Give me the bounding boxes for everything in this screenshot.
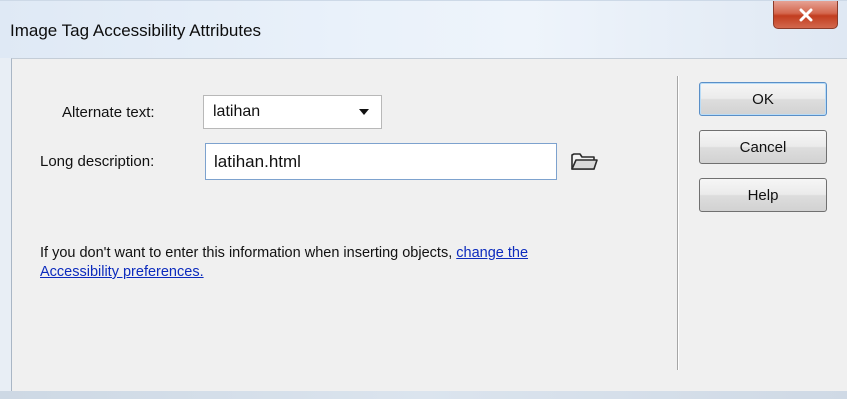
info-message: If you don't want to enter this informat… <box>40 245 453 261</box>
long-description-input[interactable] <box>205 143 557 180</box>
vertical-divider <box>677 76 678 370</box>
help-button[interactable]: Help <box>699 178 827 212</box>
dialog-title: Image Tag Accessibility Attributes <box>10 21 262 40</box>
info-text: If you don't want to enter this informat… <box>40 244 560 282</box>
long-description-label: Long description: <box>40 153 155 170</box>
alt-text-label: Alternate text: <box>62 104 155 121</box>
title-bar: Image Tag Accessibility Attributes <box>0 0 847 58</box>
ok-button[interactable]: OK <box>699 82 827 116</box>
close-icon <box>798 8 814 22</box>
folder-icon[interactable] <box>570 150 598 177</box>
alt-text-value: latihan <box>213 103 261 120</box>
alt-text-select[interactable]: latihan <box>203 95 382 129</box>
cancel-button[interactable]: Cancel <box>699 130 827 164</box>
chevron-down-icon[interactable] <box>359 109 369 115</box>
window-frame-bottom <box>0 391 847 399</box>
close-button[interactable] <box>773 1 838 29</box>
